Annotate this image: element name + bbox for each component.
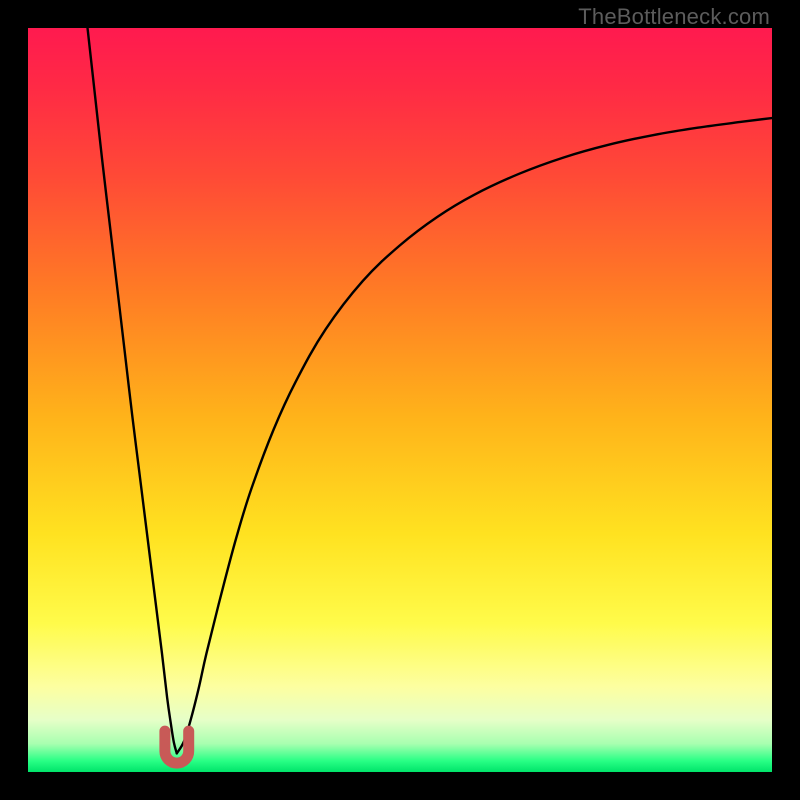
left-branch-curve [88, 28, 177, 753]
minimum-u-marker [165, 731, 189, 763]
plot-area [28, 28, 772, 772]
curve-layer [28, 28, 772, 772]
chart-canvas: TheBottleneck.com [0, 0, 800, 800]
right-branch-curve [177, 118, 772, 753]
watermark-text: TheBottleneck.com [578, 4, 770, 30]
